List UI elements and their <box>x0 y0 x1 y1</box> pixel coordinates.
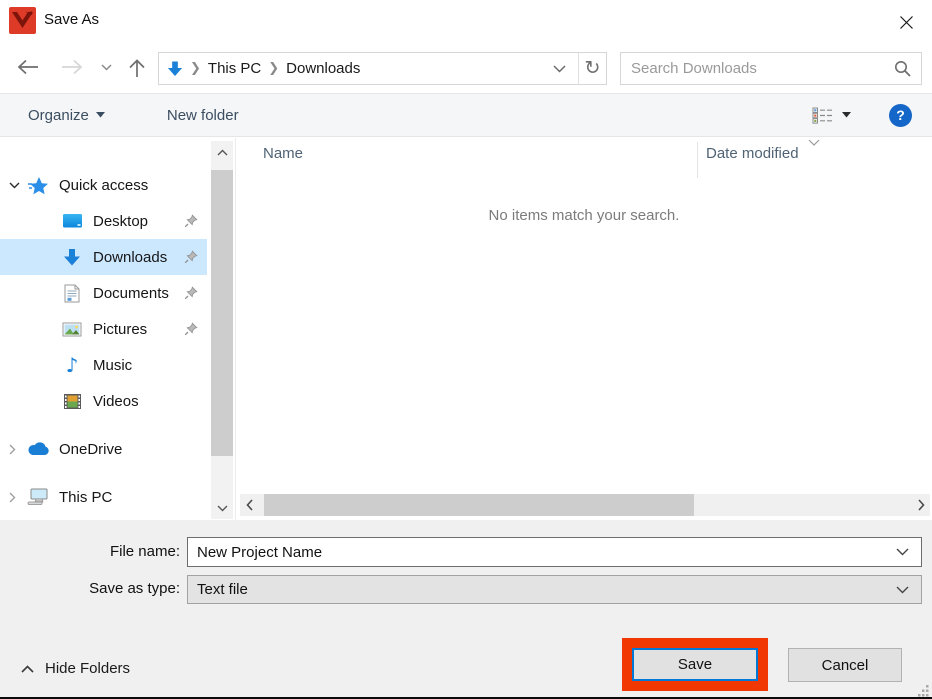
sidebar-item-label: OneDrive <box>50 441 207 458</box>
hide-folders-button[interactable]: Hide Folders <box>21 660 130 677</box>
caret-down-icon <box>96 112 105 118</box>
sidebar-item-label: Music <box>84 357 207 374</box>
refresh-icon[interactable]: ↻ <box>579 53 606 84</box>
organize-button[interactable]: Organize <box>28 107 105 124</box>
dialog-body: Quick access Desktop <box>0 138 932 520</box>
up-icon[interactable] <box>128 58 146 78</box>
scrollbar-thumb[interactable] <box>264 494 694 516</box>
save-as-type-select[interactable]: Text file <box>187 575 922 604</box>
sidebar-item-videos[interactable]: Videos <box>0 383 207 419</box>
scroll-up-icon[interactable] <box>211 141 233 163</box>
chevron-down-icon[interactable] <box>0 182 26 189</box>
search-icon[interactable] <box>894 60 921 77</box>
chevron-down-icon[interactable] <box>896 548 921 556</box>
sidebar-item-label: Quick access <box>50 177 207 194</box>
sidebar-item-label: Pictures <box>84 321 184 338</box>
sidebar-item-label: Documents <box>84 285 184 302</box>
breadcrumb-separator: ❯ <box>261 61 286 76</box>
breadcrumb-this-pc[interactable]: This PC <box>208 60 261 77</box>
search-box[interactable] <box>620 52 922 85</box>
hide-folders-label: Hide Folders <box>45 660 130 677</box>
downloads-icon <box>60 248 84 267</box>
column-header-name[interactable]: Name <box>263 145 303 162</box>
breadcrumb-downloads[interactable]: Downloads <box>286 60 360 77</box>
change-view-button[interactable] <box>812 107 851 124</box>
app-icon: vs <box>9 7 36 34</box>
save-as-type-label: Save as type: <box>0 580 180 597</box>
sidebar-item-documents[interactable]: Documents <box>0 275 207 311</box>
sidebar-item-pictures[interactable]: Pictures <box>0 311 207 347</box>
scrollbar-thumb[interactable] <box>211 170 233 456</box>
column-divider[interactable] <box>697 142 698 178</box>
breadcrumb-separator: ❯ <box>183 61 208 76</box>
new-folder-label: New folder <box>167 107 239 124</box>
onedrive-icon <box>26 442 50 456</box>
save-as-dialog: vs Save As ❯ This PC ❯ Downloads <box>0 0 932 699</box>
navigation-pane: Quick access Desktop <box>0 138 235 520</box>
music-icon: ♪ <box>60 353 84 377</box>
chevron-down-icon[interactable] <box>896 586 921 594</box>
save-as-type-value: Text file <box>188 581 896 598</box>
save-button[interactable]: Save <box>632 648 758 681</box>
file-name-input[interactable] <box>188 544 896 561</box>
cancel-button[interactable]: Cancel <box>788 648 902 682</box>
svg-text:vs: vs <box>26 10 33 17</box>
annotation-highlight: Save <box>622 638 768 691</box>
file-list-pane: Name Date modified No items match your s… <box>235 138 932 520</box>
column-header-date-modified[interactable]: Date modified <box>706 145 799 162</box>
search-input[interactable] <box>621 60 894 77</box>
chevron-up-icon <box>21 665 34 673</box>
scroll-left-icon[interactable] <box>240 494 258 516</box>
scroll-down-icon[interactable] <box>211 497 233 519</box>
chevron-right-icon[interactable] <box>0 492 26 503</box>
file-name-label: File name: <box>0 543 180 560</box>
column-filter-chevron-icon[interactable] <box>808 139 820 146</box>
downloads-folder-icon <box>159 60 183 78</box>
address-bar[interactable]: ❯ This PC ❯ Downloads ↻ <box>158 52 607 85</box>
back-icon[interactable] <box>16 58 40 76</box>
sidebar-item-label: Desktop <box>84 213 184 230</box>
help-icon[interactable]: ? <box>889 104 912 127</box>
address-dropdown-chevron-icon[interactable] <box>541 65 578 73</box>
forward-icon[interactable] <box>60 58 84 76</box>
sidebar-item-quick-access[interactable]: Quick access <box>0 167 207 203</box>
sidebar-item-onedrive[interactable]: OneDrive <box>0 431 207 467</box>
sidebar-item-downloads[interactable]: Downloads <box>0 239 207 275</box>
videos-icon <box>60 393 84 410</box>
details-view-icon <box>812 107 833 124</box>
navigation-bar: ❯ This PC ❯ Downloads ↻ <box>0 44 932 93</box>
organize-label: Organize <box>28 107 89 124</box>
sidebar-scrollbar[interactable] <box>211 141 233 519</box>
sidebar-item-music[interactable]: ♪ Music <box>0 347 207 383</box>
documents-icon <box>60 284 84 303</box>
title-bar: vs Save As <box>0 0 932 44</box>
new-folder-button[interactable]: New folder <box>167 107 239 124</box>
sidebar-item-this-pc[interactable]: This PC <box>0 479 207 515</box>
horizontal-scrollbar[interactable] <box>240 494 930 516</box>
file-name-field[interactable] <box>187 537 922 567</box>
sidebar-item-label: This PC <box>50 489 207 506</box>
close-icon[interactable] <box>892 10 920 34</box>
empty-folder-message: No items match your search. <box>236 207 932 224</box>
pictures-icon <box>60 322 84 337</box>
pin-icon <box>184 214 198 228</box>
pin-icon <box>184 286 198 300</box>
caret-down-icon <box>842 112 851 118</box>
sidebar-item-label: Downloads <box>84 249 184 266</box>
command-toolbar: Organize New folder <box>0 93 932 137</box>
this-pc-icon <box>26 488 50 506</box>
chevron-right-icon[interactable] <box>0 444 26 455</box>
scroll-right-icon[interactable] <box>912 494 930 516</box>
resize-grip[interactable] <box>917 684 930 697</box>
quick-access-star-icon <box>26 176 50 195</box>
window-title: Save As <box>44 11 99 28</box>
footer-panel: File name: Save as type: Text file Hide … <box>0 520 932 699</box>
pin-icon <box>184 322 198 336</box>
pin-icon <box>184 250 198 264</box>
recent-locations-chevron-icon[interactable] <box>101 64 112 71</box>
sidebar-item-label: Videos <box>84 393 207 410</box>
sidebar-item-desktop[interactable]: Desktop <box>0 203 207 239</box>
desktop-icon <box>60 213 84 229</box>
